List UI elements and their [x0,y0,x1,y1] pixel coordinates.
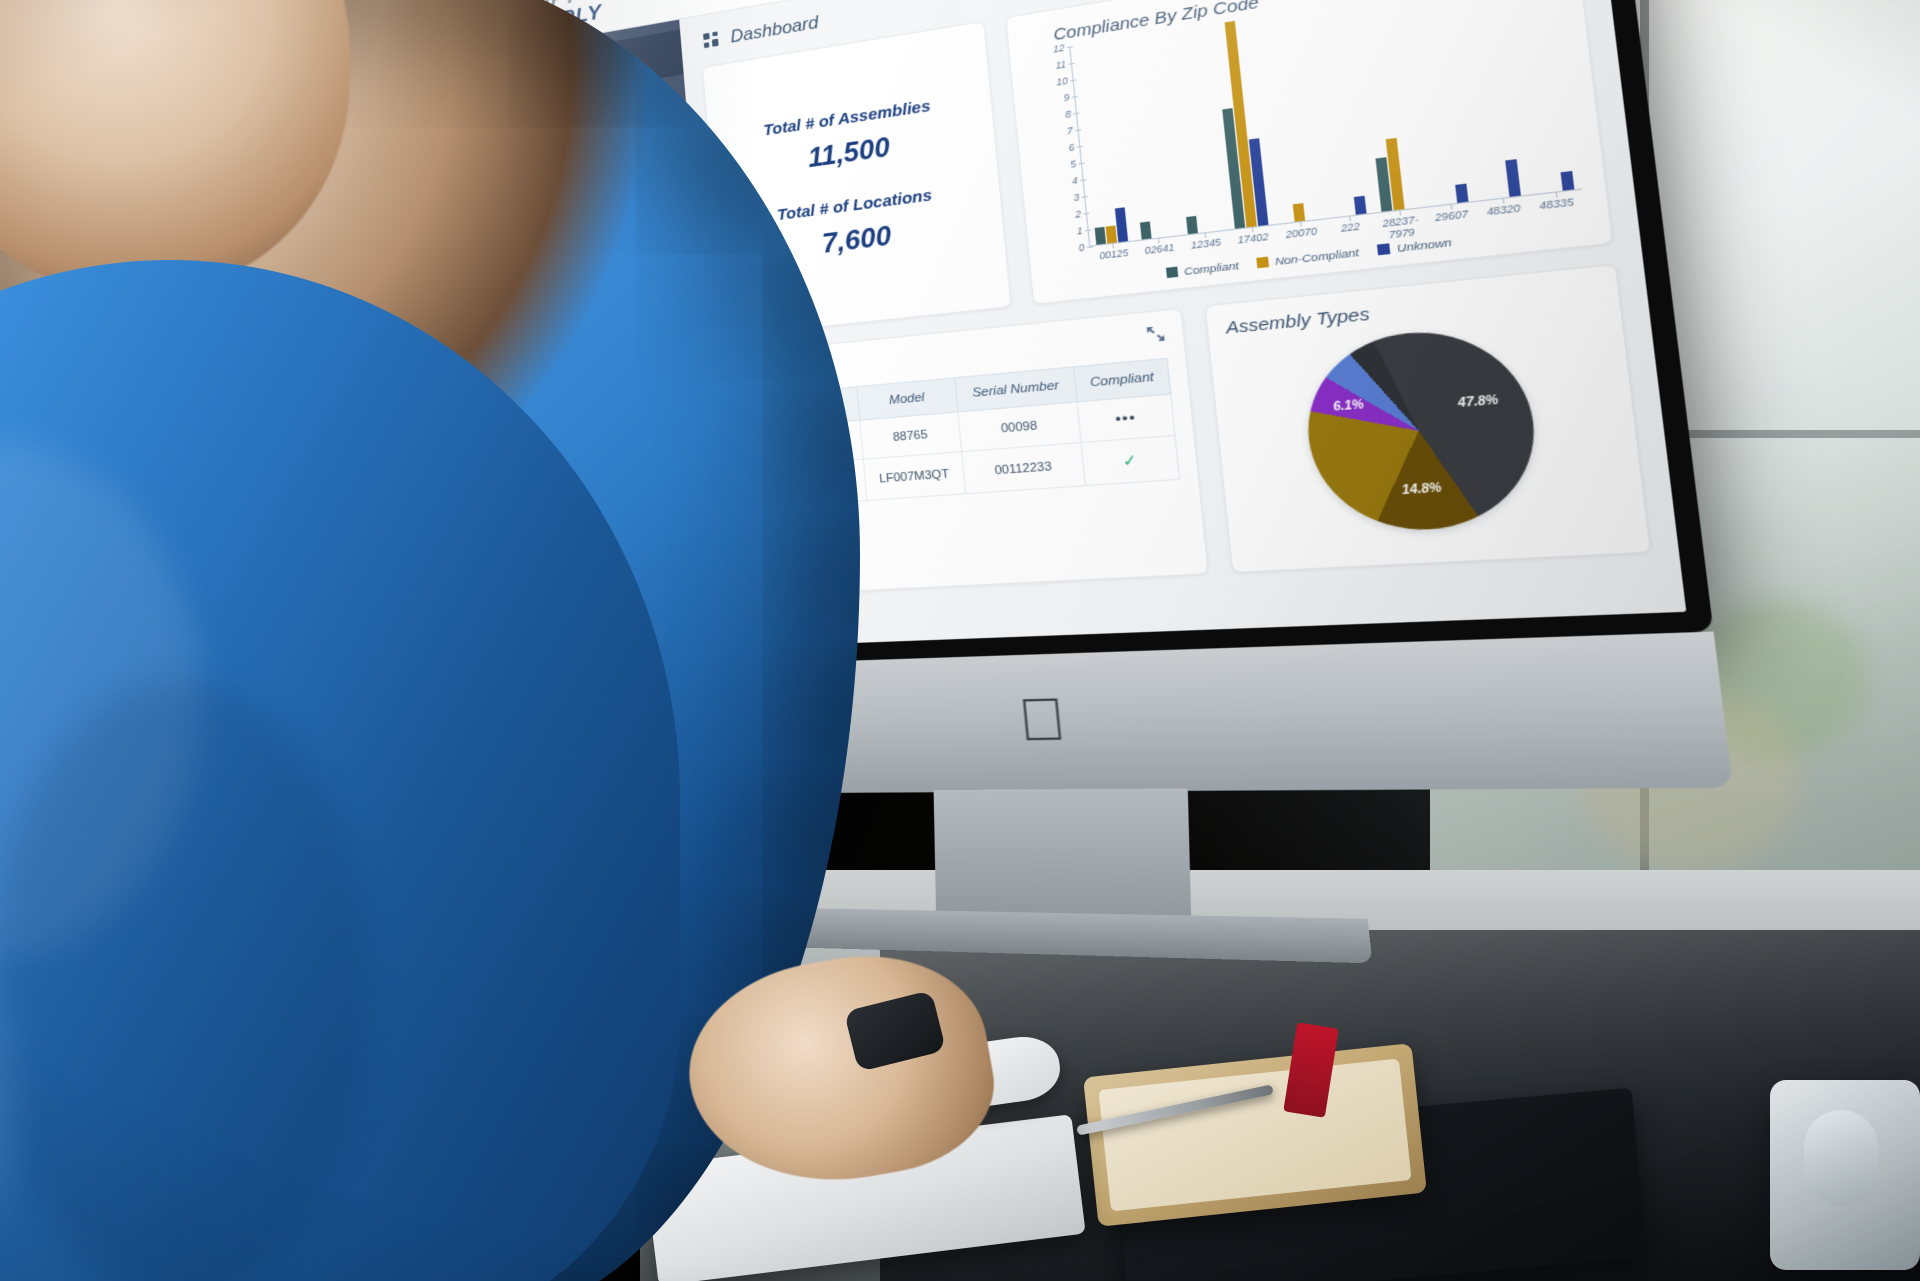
bar [1115,207,1129,243]
table-cell-model: LF007M3QT [863,451,966,501]
imac-stand-neck [933,788,1192,931]
y-axis-tick: 9 [1063,91,1070,104]
legend-label: Non-Compliant [1274,246,1360,269]
compliance-chart-card: Compliance By Zip Code 0 1 2 3 4 5 6 7 8 9 10 11 12 … [1005,0,1614,305]
legend-label: Unknown [1396,236,1453,256]
kpi-value: 7,600 [820,220,893,260]
x-axis-label: 48320 [1485,201,1521,218]
bar-chart: 0 1 2 3 4 5 6 7 8 9 10 11 12 00125 02641 12345 17402 200… [1029,0,1582,261]
x-axis-label: 02641 [1144,241,1175,257]
pie-graphic: 47.8% 14.8% 6.1% [1298,322,1545,535]
person-head [0,0,350,290]
bar [1106,225,1118,244]
y-axis-tick: 3 [1073,191,1080,204]
apple-logo-icon:  [1007,687,1078,758]
y-axis-tick: 11 [1054,58,1067,72]
expand-icon[interactable] [1146,325,1167,349]
y-axis-tick: 8 [1064,108,1072,121]
bar [1559,171,1574,191]
bar [1483,198,1495,200]
bar [1282,221,1294,224]
pie-slice-label: 47.8% [1457,393,1500,411]
pie-slice-label: 6.1% [1332,399,1365,415]
photo-scene: SWIFT COMPLY Leonardo Pereira [0,0,1920,1281]
bar [1186,215,1199,235]
x-axis-label: 00125 [1098,246,1129,262]
bar [1140,221,1153,240]
y-axis-tick: 12 [1052,42,1065,55]
bar [1504,159,1521,197]
x-axis-label: 222 [1340,220,1361,235]
bar [1331,216,1343,218]
x-axis-label: 28237- 7979 [1381,213,1420,241]
y-axis-tick: 10 [1055,75,1069,88]
y-axis-tick: 7 [1066,124,1074,137]
table-cell-compliant[interactable]: ✓ [1081,435,1180,486]
grid-icon [703,31,719,49]
x-axis-label: 17402 [1237,230,1270,246]
legend-label: Compliant [1183,259,1240,279]
bar-groups: 00125 02641 12345 17402 20070 222 28237- 7979 2… [1070,0,1581,261]
bar [1306,219,1318,221]
x-axis-label: 12345 [1190,236,1222,252]
bar [1210,230,1222,232]
x-axis-label: 48335 [1538,195,1575,212]
bar [1536,192,1548,194]
bar [1431,204,1444,206]
bar [1095,226,1107,245]
person-shoulder [0,260,680,1281]
jar-object [1770,1080,1920,1270]
bar [1405,207,1417,209]
bar [1164,235,1175,237]
y-axis-tick: 6 [1068,141,1075,154]
kpi-assemblies: Total # of Assemblies 11,500 [763,97,936,180]
legend-swatch [1166,266,1179,279]
legend-item[interactable]: Compliant [1166,260,1239,280]
legend-item[interactable]: Non-Compliant [1256,247,1360,271]
pie-slice-label: 14.8% [1401,482,1443,499]
y-axis-tick: 1 [1076,224,1084,237]
bar [1454,183,1469,203]
pie-chart: 47.8% 14.8% 6.1% [1228,313,1625,540]
bar [1353,195,1367,215]
assembly-types-card: Assembly Types 47.8% 14.8% 6.1% [1204,263,1652,574]
plot-area: 00125 02641 12345 17402 20070 222 28237- 7979 2… [1069,0,1582,261]
table-cell-serial: 00112233 [961,442,1086,494]
y-axis-tick: 5 [1069,158,1077,170]
y-axis-tick: 0 [1078,241,1085,254]
bar [1292,203,1306,222]
kpi-locations: Total # of Locations 7,600 [776,186,936,265]
legend-swatch [1377,243,1391,256]
legend-swatch [1256,256,1269,269]
table-cell-compliant[interactable]: ••• [1077,393,1175,443]
x-axis-label: 20070 [1285,225,1318,241]
back-button[interactable] [689,0,740,8]
x-axis-label: 29607 [1434,207,1469,224]
y-axis-tick: 4 [1071,174,1079,187]
y-axis-tick: 2 [1074,208,1082,221]
page-title-text: Dashboard [729,12,820,47]
